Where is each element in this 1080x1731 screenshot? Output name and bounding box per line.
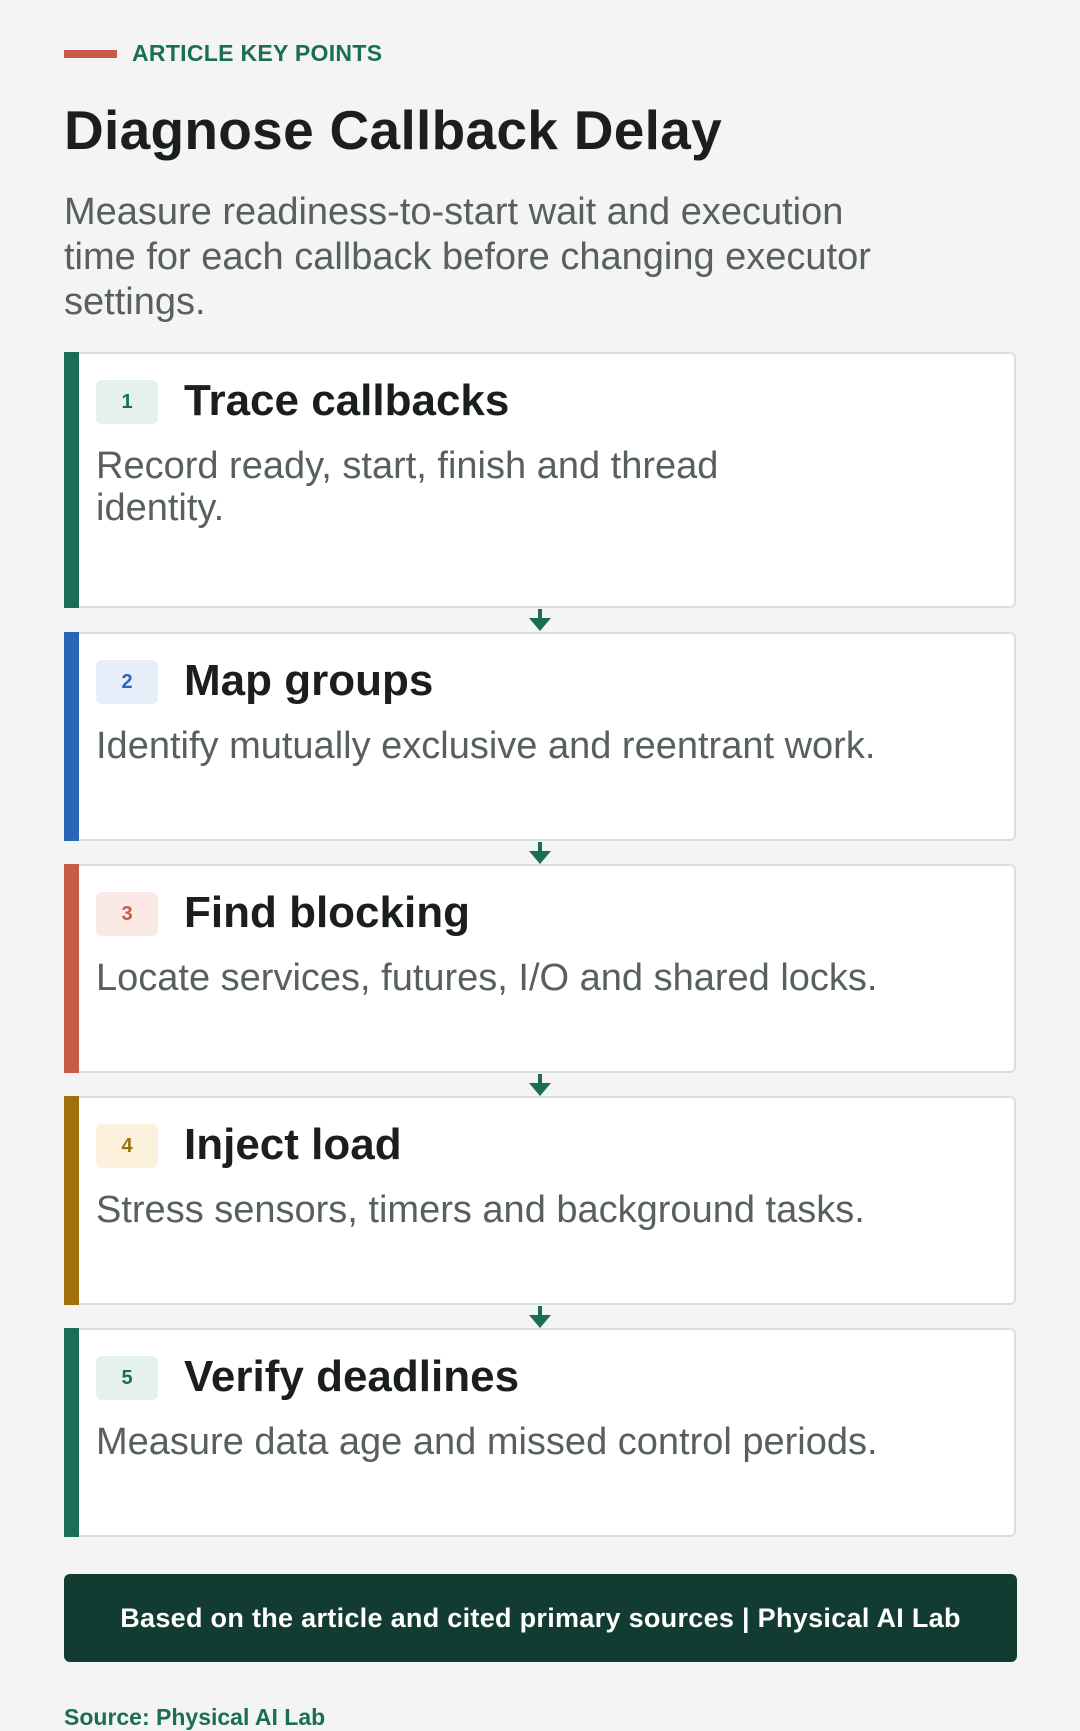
step-card-3: 3 Find blocking Locate services, futures… bbox=[64, 864, 1016, 1073]
down-arrow-icon bbox=[529, 1306, 551, 1328]
down-arrow-icon bbox=[529, 842, 551, 864]
step-number-badge: 2 bbox=[96, 660, 158, 704]
step-number-badge: 5 bbox=[96, 1356, 158, 1400]
page-title: Diagnose Callback Delay bbox=[64, 99, 723, 161]
attribution-banner: Based on the article and cited primary s… bbox=[64, 1574, 1017, 1662]
source-credit: Source: Physical AI Lab bbox=[64, 1704, 326, 1730]
step-accent-bar bbox=[64, 864, 79, 1073]
step-accent-bar bbox=[64, 1096, 79, 1305]
step-description: Measure data age and missed control peri… bbox=[96, 1421, 878, 1463]
step-accent-bar bbox=[64, 632, 79, 841]
step-card-5: 5 Verify deadlines Measure data age and … bbox=[64, 1328, 1016, 1537]
step-description: Stress sensors, timers and background ta… bbox=[96, 1189, 865, 1231]
step-title: Trace callbacks bbox=[184, 376, 510, 425]
step-card-4: 4 Inject load Stress sensors, timers and… bbox=[64, 1096, 1016, 1305]
step-card-1: 1 Trace callbacks Record ready, start, f… bbox=[64, 352, 1016, 608]
down-arrow-icon bbox=[529, 609, 551, 631]
page-subtitle: Measure readiness-to-start wait and exec… bbox=[64, 191, 871, 323]
step-accent-bar bbox=[64, 1328, 79, 1537]
down-arrow-icon bbox=[529, 1074, 551, 1096]
step-title: Verify deadlines bbox=[184, 1352, 520, 1401]
step-title: Map groups bbox=[184, 656, 434, 705]
step-title: Find blocking bbox=[184, 888, 470, 937]
step-number-badge: 4 bbox=[96, 1124, 158, 1168]
step-description: Record ready, start, finish and thread i… bbox=[96, 445, 719, 529]
step-title: Inject load bbox=[184, 1120, 402, 1169]
step-description: Identify mutually exclusive and reentran… bbox=[96, 725, 876, 767]
attribution-text: Based on the article and cited primary s… bbox=[120, 1602, 961, 1633]
step-description: Locate services, futures, I/O and shared… bbox=[96, 957, 878, 999]
kicker-label: ARTICLE KEY POINTS bbox=[132, 40, 383, 66]
step-card-2: 2 Map groups Identify mutually exclusive… bbox=[64, 632, 1016, 841]
step-accent-bar bbox=[64, 352, 79, 608]
kicker: ARTICLE KEY POINTS bbox=[64, 40, 382, 67]
kicker-accent-bar bbox=[64, 49, 117, 58]
step-number-badge: 1 bbox=[96, 380, 158, 424]
step-number-badge: 3 bbox=[96, 892, 158, 936]
